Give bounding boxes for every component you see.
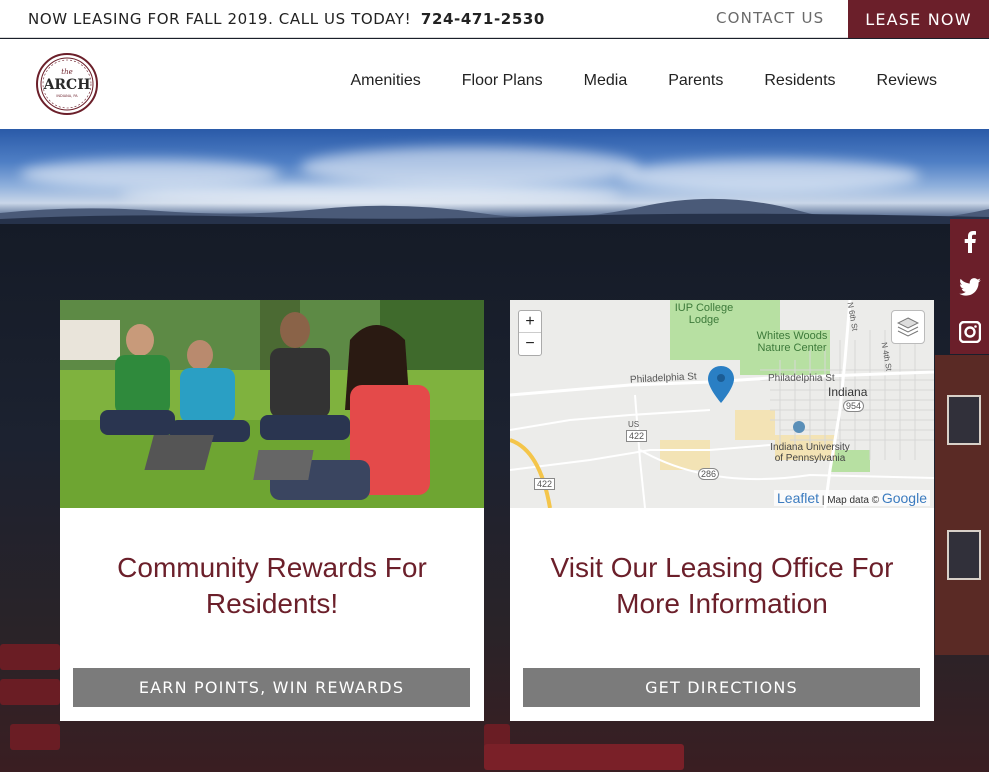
promo-text: NOW LEASING FOR FALL 2019. CALL US TODAY… xyxy=(28,10,412,28)
location-map[interactable]: IUP College Lodge Whites Woods Nature Ce… xyxy=(510,300,934,508)
leasing-office-card-title: Visit Our Leasing Office For More Inform… xyxy=(550,552,894,619)
sky-banner-image xyxy=(0,129,989,224)
contact-us-link[interactable]: CONTACT US xyxy=(716,9,824,27)
social-sidebar xyxy=(950,219,989,354)
logo-name: ARCH xyxy=(43,77,91,93)
map-label-route-422-north: 422 xyxy=(626,430,648,442)
map-label-indiana: Indiana xyxy=(828,385,868,399)
zoom-out-button[interactable]: − xyxy=(519,333,541,355)
nav-parents[interactable]: Parents xyxy=(668,72,723,90)
nav-media[interactable]: Media xyxy=(584,72,628,90)
map-label-whites-woods: Whites Woods Nature Center xyxy=(756,330,828,354)
map-label-philadelphia-right: Philadelphia St xyxy=(768,373,835,384)
phone-number[interactable]: 724-471-2530 xyxy=(421,10,545,28)
leasing-office-card: IUP College Lodge Whites Woods Nature Ce… xyxy=(510,300,934,721)
main-nav: Amenities Floor Plans Media Parents Resi… xyxy=(309,72,937,90)
earn-points-button[interactable]: EARN POINTS, WIN REWARDS xyxy=(73,668,470,707)
rewards-card: Community Rewards For Residents! EARN PO… xyxy=(60,300,484,721)
facebook-icon[interactable] xyxy=(950,219,989,264)
twitter-icon[interactable] xyxy=(950,264,989,309)
students-photo xyxy=(60,300,484,508)
logo-location: INDIANA, PA xyxy=(56,94,78,98)
nav-reviews[interactable]: Reviews xyxy=(877,72,937,90)
leaflet-link[interactable]: Leaflet xyxy=(777,490,819,506)
map-label-iup-lodge: IUP College Lodge xyxy=(674,302,734,326)
map-zoom-control: + − xyxy=(518,310,542,356)
zoom-in-button[interactable]: + xyxy=(519,311,541,333)
map-label-iup: Indiana University of Pennsylvania xyxy=(770,442,850,464)
site-header: the ARCH INDIANA, PA Amenities Floor Pla… xyxy=(0,39,989,129)
map-label-route-286: 286 xyxy=(698,468,720,480)
map-attribution: Leaflet | Map data © Google xyxy=(774,490,930,506)
get-directions-button[interactable]: GET DIRECTIONS xyxy=(523,668,920,707)
lease-now-button[interactable]: LEASE NOW xyxy=(848,0,989,38)
instagram-icon[interactable] xyxy=(950,309,989,354)
nav-amenities[interactable]: Amenities xyxy=(350,72,420,90)
rewards-card-title: Community Rewards For Residents! xyxy=(117,552,427,619)
leasing-promo: NOW LEASING FOR FALL 2019. CALL US TODAY… xyxy=(28,9,545,28)
top-bar: NOW LEASING FOR FALL 2019. CALL US TODAY… xyxy=(0,0,989,38)
logo-small-word: the xyxy=(61,68,72,76)
map-label-route-954: 954 xyxy=(843,400,865,412)
layers-icon[interactable] xyxy=(891,310,925,344)
map-label-route-422-south: 422 xyxy=(534,478,556,490)
nav-floor-plans[interactable]: Floor Plans xyxy=(462,72,543,90)
arch-logo[interactable]: the ARCH INDIANA, PA xyxy=(35,53,99,115)
map-data-text: | Map data © xyxy=(821,495,880,506)
google-logo[interactable]: Google xyxy=(882,490,927,506)
map-label-route-us: US xyxy=(628,420,640,429)
nav-residents[interactable]: Residents xyxy=(764,72,835,90)
building-image xyxy=(935,355,989,655)
